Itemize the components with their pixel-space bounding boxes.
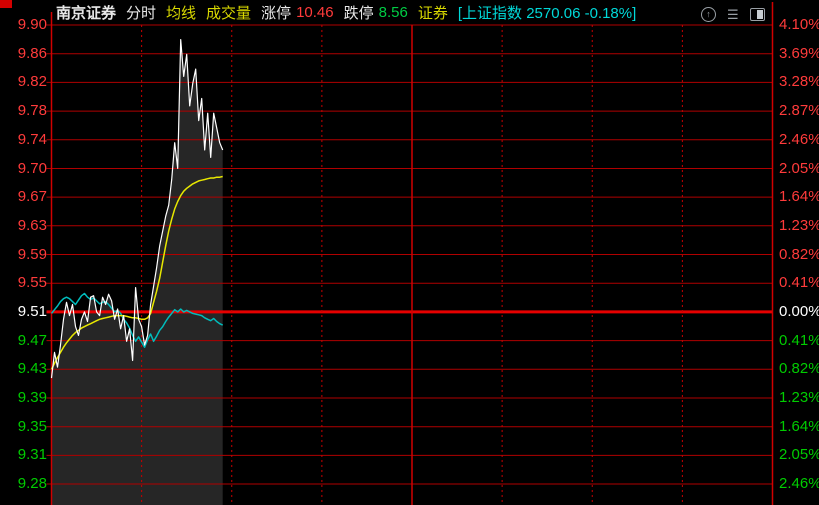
left-axis-label: 9.86 bbox=[2, 46, 47, 61]
price-area-fill bbox=[52, 40, 223, 505]
right-axis-label: 0.41% bbox=[779, 275, 819, 290]
right-axis-label: 2.46% bbox=[779, 476, 819, 491]
right-axis-label: 4.10% bbox=[779, 17, 819, 32]
right-axis-label: 1.64% bbox=[779, 189, 819, 204]
left-axis-label: 9.51 bbox=[2, 304, 47, 319]
left-axis-label: 9.90 bbox=[2, 17, 47, 32]
sector-tag[interactable]: 证券 bbox=[418, 2, 448, 23]
menu-item-volume[interactable]: 成交量 bbox=[206, 2, 251, 23]
left-axis-label: 9.43 bbox=[2, 361, 47, 376]
left-axis-label: 9.82 bbox=[2, 74, 47, 89]
limit-down-value: 8.56 bbox=[379, 4, 408, 21]
circle-up-arrow-icon[interactable]: ↑ bbox=[701, 7, 716, 22]
left-axis-label: 9.63 bbox=[2, 218, 47, 233]
limit-down-group: 跌停 8.56 bbox=[344, 2, 408, 23]
panel-toggle-icon[interactable] bbox=[750, 8, 765, 21]
index-ticker[interactable]: [上证指数 2570.06 -0.18%] bbox=[458, 2, 636, 23]
limit-up-value: 10.46 bbox=[296, 4, 334, 21]
right-axis-label: 0.82% bbox=[779, 247, 819, 262]
right-axis-label: 2.05% bbox=[779, 447, 819, 462]
right-axis-label: 3.69% bbox=[779, 46, 819, 61]
header-icons: ↑ ☰ bbox=[701, 7, 765, 22]
right-axis-label: 3.28% bbox=[779, 74, 819, 89]
left-axis-label: 9.67 bbox=[2, 189, 47, 204]
panel-toggle-fill bbox=[757, 10, 763, 19]
left-axis-label: 9.47 bbox=[2, 333, 47, 348]
menu-item-moving-average[interactable]: 均线 bbox=[166, 2, 196, 23]
intraday-chart bbox=[0, 0, 819, 505]
right-axis-label: 0.82% bbox=[779, 361, 819, 376]
limit-up-label: 涨停 bbox=[261, 2, 291, 23]
app-window: 9.90 9.86 9.82 9.78 9.74 9.70 9.67 9.63 9.59 9.55… bbox=[0, 0, 819, 505]
left-axis-label: 9.35 bbox=[2, 419, 47, 434]
right-axis-label: 0.00% bbox=[779, 304, 819, 319]
right-axis-label: 1.64% bbox=[779, 419, 819, 434]
right-axis-label: 2.05% bbox=[779, 161, 819, 176]
right-axis-label: 2.87% bbox=[779, 103, 819, 118]
right-axis-label: 0.41% bbox=[779, 333, 819, 348]
left-axis-label: 9.74 bbox=[2, 132, 47, 147]
left-axis-label: 9.70 bbox=[2, 161, 47, 176]
left-axis-label: 9.39 bbox=[2, 390, 47, 405]
right-axis-label: 2.46% bbox=[779, 132, 819, 147]
right-axis-label: 1.23% bbox=[779, 218, 819, 233]
right-axis-label: 1.23% bbox=[779, 390, 819, 405]
limit-up-group: 涨停 10.46 bbox=[261, 2, 334, 23]
left-axis-label: 9.55 bbox=[2, 275, 47, 290]
left-axis-label: 9.59 bbox=[2, 247, 47, 262]
limit-down-label: 跌停 bbox=[344, 2, 374, 23]
tab-fenshi[interactable]: 分时 bbox=[126, 2, 156, 23]
left-axis-label: 9.78 bbox=[2, 103, 47, 118]
header-bar: 南京证券 分时 均线 成交量 涨停 10.46 跌停 8.56 证券 [上证指数… bbox=[56, 2, 636, 22]
stock-name: 南京证券 bbox=[56, 2, 116, 23]
left-axis-label: 9.28 bbox=[2, 476, 47, 491]
hamburger-menu-icon[interactable]: ☰ bbox=[727, 8, 739, 21]
left-axis-label: 9.31 bbox=[2, 447, 47, 462]
